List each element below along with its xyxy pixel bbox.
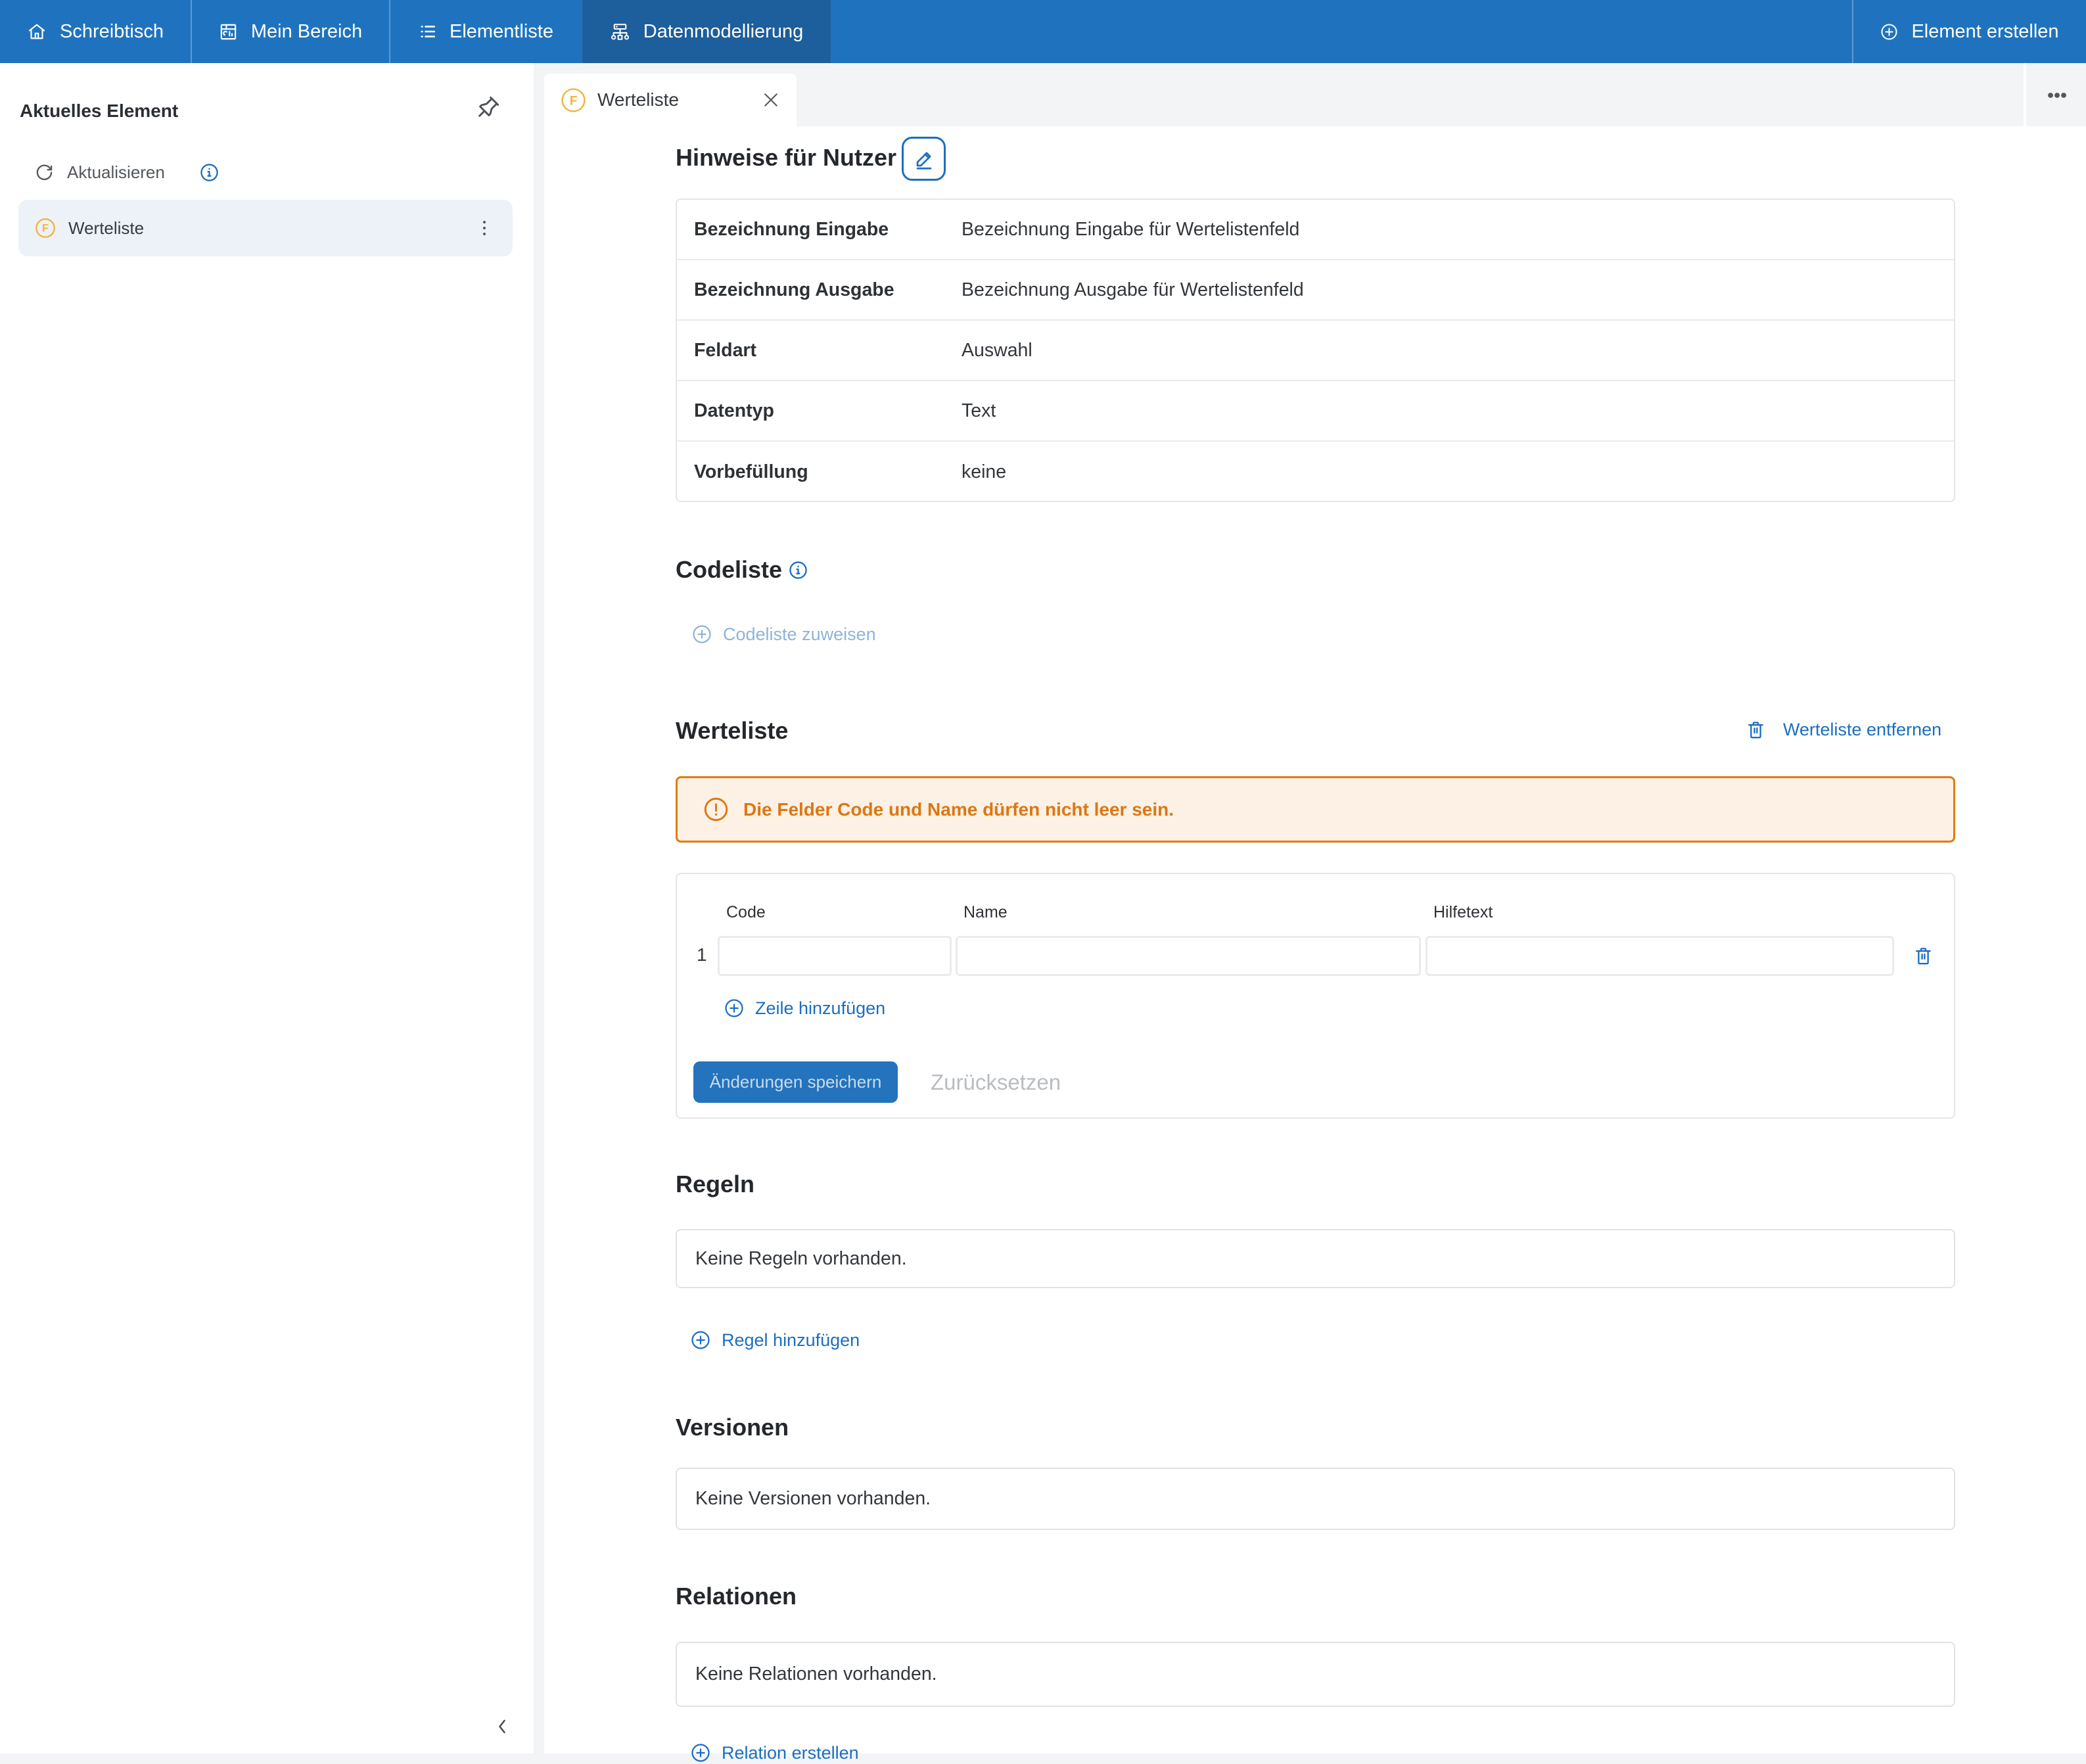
svg-text:F: F (42, 223, 49, 235)
svg-text:F: F (570, 94, 578, 108)
